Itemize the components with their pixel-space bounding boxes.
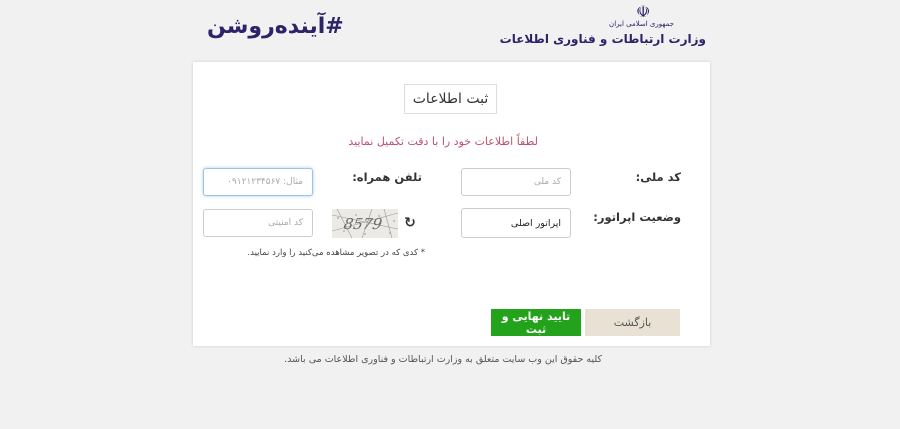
iran-emblem-icon: ☫	[636, 2, 651, 21]
form-title: ثبت اطلاعات	[404, 84, 497, 114]
back-button[interactable]: بازگشت	[585, 309, 680, 336]
ministry-logo: ☫ جمهوری اسلامی ایران وزارت ارتباطات و ف…	[500, 2, 706, 52]
national-code-input[interactable]	[461, 168, 571, 196]
national-code-label: کد ملی:	[635, 170, 681, 184]
operator-status-select[interactable]: اپراتور اصلی	[461, 208, 571, 238]
operator-status-value: اپراتور اصلی	[510, 217, 561, 229]
ministry-small-text: جمهوری اسلامی ایران	[609, 20, 674, 28]
registration-card: ثبت اطلاعات لطفاً اطلاعات خود را با دقت …	[193, 62, 710, 346]
ayande-roshan-logo: #آینده‌روشن	[207, 14, 344, 39]
captcha-text: 8579	[343, 215, 384, 233]
ministry-name: وزارت ارتباطات و فناوری اطلاعات	[499, 32, 706, 46]
security-code-input[interactable]	[203, 209, 313, 237]
mobile-label: تلفن همراه:	[352, 170, 422, 184]
form-subtitle: لطفاً اطلاعات خود را با دقت تکمیل نمایید	[348, 135, 538, 148]
captcha-image: 8579	[332, 209, 398, 238]
captcha-note: * کدی که در تصویر مشاهده می‌کنید را وارد…	[247, 248, 425, 258]
confirm-submit-button[interactable]: تایید نهایی و ثبت	[491, 309, 581, 336]
mobile-input[interactable]	[203, 168, 313, 196]
refresh-captcha-icon[interactable]: ↻	[402, 215, 418, 231]
footer-copyright: کلیه حقوق این وب سایت متعلق به وزارت ارت…	[284, 354, 602, 365]
operator-status-label: وضعیت اپراتور:	[593, 210, 681, 224]
